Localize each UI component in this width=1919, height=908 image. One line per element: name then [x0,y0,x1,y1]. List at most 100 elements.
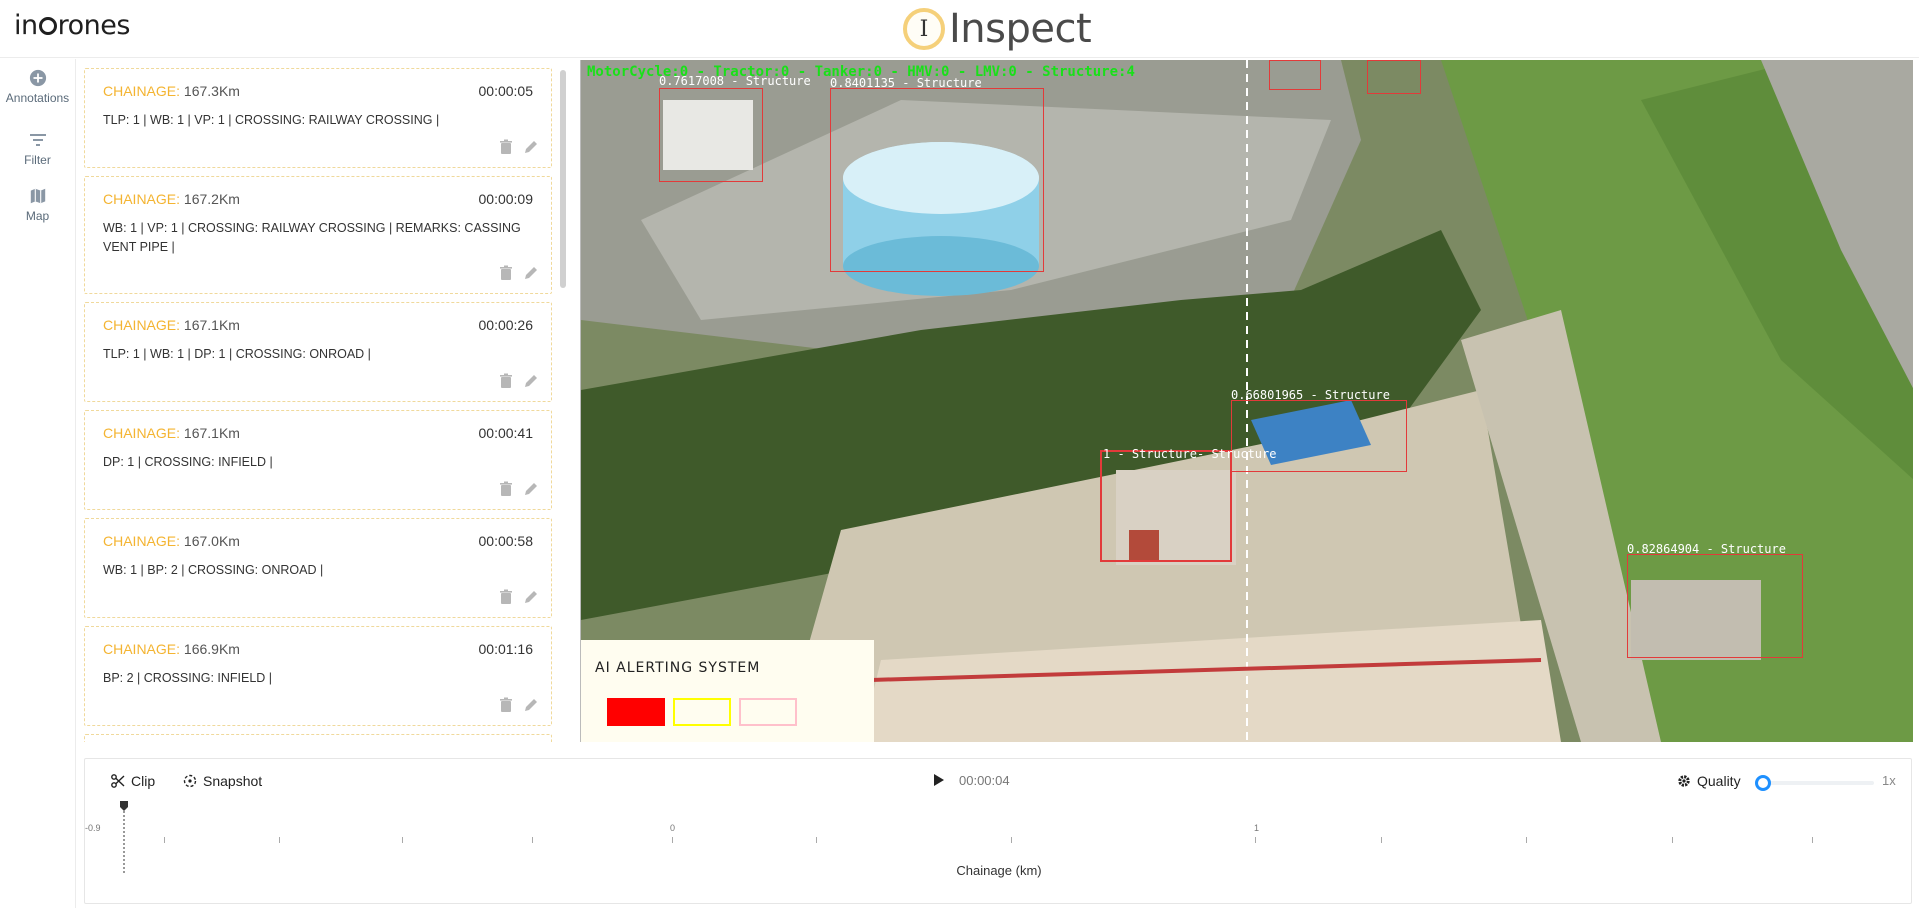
timeline-panel: Clip Snapshot 00:00:04 Quality 1x -0.9 0… [84,758,1912,904]
delete-icon[interactable] [499,481,513,497]
alert-title: AI ALERTING SYSTEM [595,660,761,676]
tick [672,837,673,843]
tick [1381,837,1382,843]
snapshot-icon [183,774,197,788]
annotation-description: TLP: 1 | WB: 1 | DP: 1 | CROSSING: ONROA… [103,347,371,361]
tick [1812,837,1813,843]
chainage: CHAINAGE: 167.0Km [103,533,240,549]
detection-box [1231,400,1407,472]
nav-annotations[interactable]: Annotations [0,69,75,105]
edit-icon[interactable] [523,481,537,497]
annotation-time: 00:00:58 [478,533,534,549]
detection-label: 0.82864904 - Structure [1627,542,1786,556]
speed-slider-track[interactable] [1766,781,1874,785]
detection-label: 1 - Structure [1103,447,1197,461]
play-icon [934,774,944,786]
nav-filter[interactable]: Filter [0,131,75,167]
video-player[interactable]: MotorCycle:0 - Tractor:0 - Tanker:0 - HM… [580,60,1913,742]
chainage: CHAINAGE: 166.9Km [103,641,240,657]
speed-slider-knob[interactable] [1755,775,1771,791]
logo-text-end: rones [57,10,131,41]
scissors-icon [111,774,125,788]
app-header: in rones I Inspect [0,0,1919,58]
delete-icon[interactable] [499,697,513,713]
alert-swatch-pink [739,698,797,726]
annotation-description: WB: 1 | BP: 2 | CROSSING: ONROAD | [103,563,324,577]
annotation-card[interactable]: CHAINAGE: 167.0Km 00:00:58 WB: 1 | BP: 2… [84,518,552,618]
list-scrollbar[interactable] [560,70,566,288]
quality-button[interactable]: Quality [1677,773,1741,789]
snapshot-button[interactable]: Snapshot [183,773,262,789]
annotation-time: 00:00:05 [478,83,534,99]
edit-icon[interactable] [523,589,537,605]
detection-label: 0.7617008 - Structure [659,74,811,88]
axis-label: Chainage (km) [956,863,1042,878]
detection-label: 0.66801965 - Structure [1231,388,1390,402]
current-time: 00:00:04 [959,773,1010,788]
edit-icon[interactable] [523,373,537,389]
gear-icon [1678,775,1690,787]
annotation-card[interactable]: CHAINAGE: 167.1Km 00:00:26 TLP: 1 | WB: … [84,302,552,402]
inspect-logo-icon: I [903,8,945,50]
annotation-description: DP: 1 | CROSSING: INFIELD | [103,455,273,469]
clip-button[interactable]: Clip [111,773,155,789]
snapshot-label: Snapshot [203,773,263,789]
left-nav: Annotations Filter Map [0,59,76,908]
app-title: Inspect [949,6,1092,52]
tick-label: -0.9 [85,823,101,833]
detection-box [659,88,763,182]
tick [1011,837,1012,843]
tick [1672,837,1673,843]
edit-icon[interactable] [523,139,537,155]
annotation-card[interactable]: CHAINAGE: 167.3Km 00:00:05 TLP: 1 | WB: … [84,68,552,168]
tick-label: 0 [670,823,676,833]
play-button[interactable] [931,773,945,787]
map-icon [30,188,45,204]
tick [1255,837,1256,843]
speed-value: 1x [1882,773,1896,788]
delete-icon[interactable] [499,373,513,389]
chainage: CHAINAGE: 167.2Km [103,191,240,207]
delete-icon[interactable] [499,589,513,605]
tick-label: 1 [1254,823,1260,833]
alert-swatch-red [607,698,665,726]
edit-icon[interactable] [523,265,537,281]
tick [816,837,817,843]
clip-label: Clip [131,773,156,789]
detection-label: - Structure [1197,447,1277,461]
annotation-time: 00:00:09 [478,191,534,207]
logo-d-mark [38,17,57,35]
annotation-list[interactable]: CHAINAGE: 167.3Km 00:00:05 TLP: 1 | WB: … [84,62,562,742]
annotation-card[interactable]: CHAINAGE: 166.9Km 00:01:16 BP: 2 | CROSS… [84,626,552,726]
detection-box [1269,60,1321,90]
ai-alert-panel: AI ALERTING SYSTEM [581,640,874,742]
tick [279,837,280,843]
nav-label-filter: Filter [24,153,51,167]
annotation-card[interactable]: CHAINAGE: 167.2Km 00:00:09 WB: 1 | VP: 1… [84,176,552,294]
indrones-logo[interactable]: in rones [14,10,130,41]
annotation-time: 00:00:26 [478,317,534,333]
tick [1526,837,1527,843]
edit-icon[interactable] [523,697,537,713]
chainage: CHAINAGE: 167.3Km [103,83,240,99]
annotation-description: TLP: 1 | WB: 1 | VP: 1 | CROSSING: RAILW… [103,113,440,127]
tick [402,837,403,843]
nav-map[interactable]: Map [0,187,75,223]
annotation-card[interactable]: CHAINAGE: 167.1Km 00:00:41 DP: 1 | CROSS… [84,410,552,510]
delete-icon[interactable] [499,139,513,155]
detection-box [830,88,1044,272]
annotation-description: BP: 2 | CROSSING: INFIELD | [103,671,273,685]
logo-text-start: in [14,10,38,41]
annotation-card-partial[interactable] [84,734,552,742]
detection-label: 0.8401135 - Structure [830,76,982,90]
chainage: CHAINAGE: 167.1Km [103,425,240,441]
tick [532,837,533,843]
nav-label-annotations: Annotations [5,91,70,105]
alert-swatch-yellow [673,698,731,726]
detection-box [1367,60,1421,94]
chainage: CHAINAGE: 167.1Km [103,317,240,333]
delete-icon[interactable] [499,265,513,281]
tick [164,837,165,843]
annotation-description: WB: 1 | VP: 1 | CROSSING: RAILWAY CROSSI… [103,221,521,254]
nav-label-map: Map [25,209,50,223]
